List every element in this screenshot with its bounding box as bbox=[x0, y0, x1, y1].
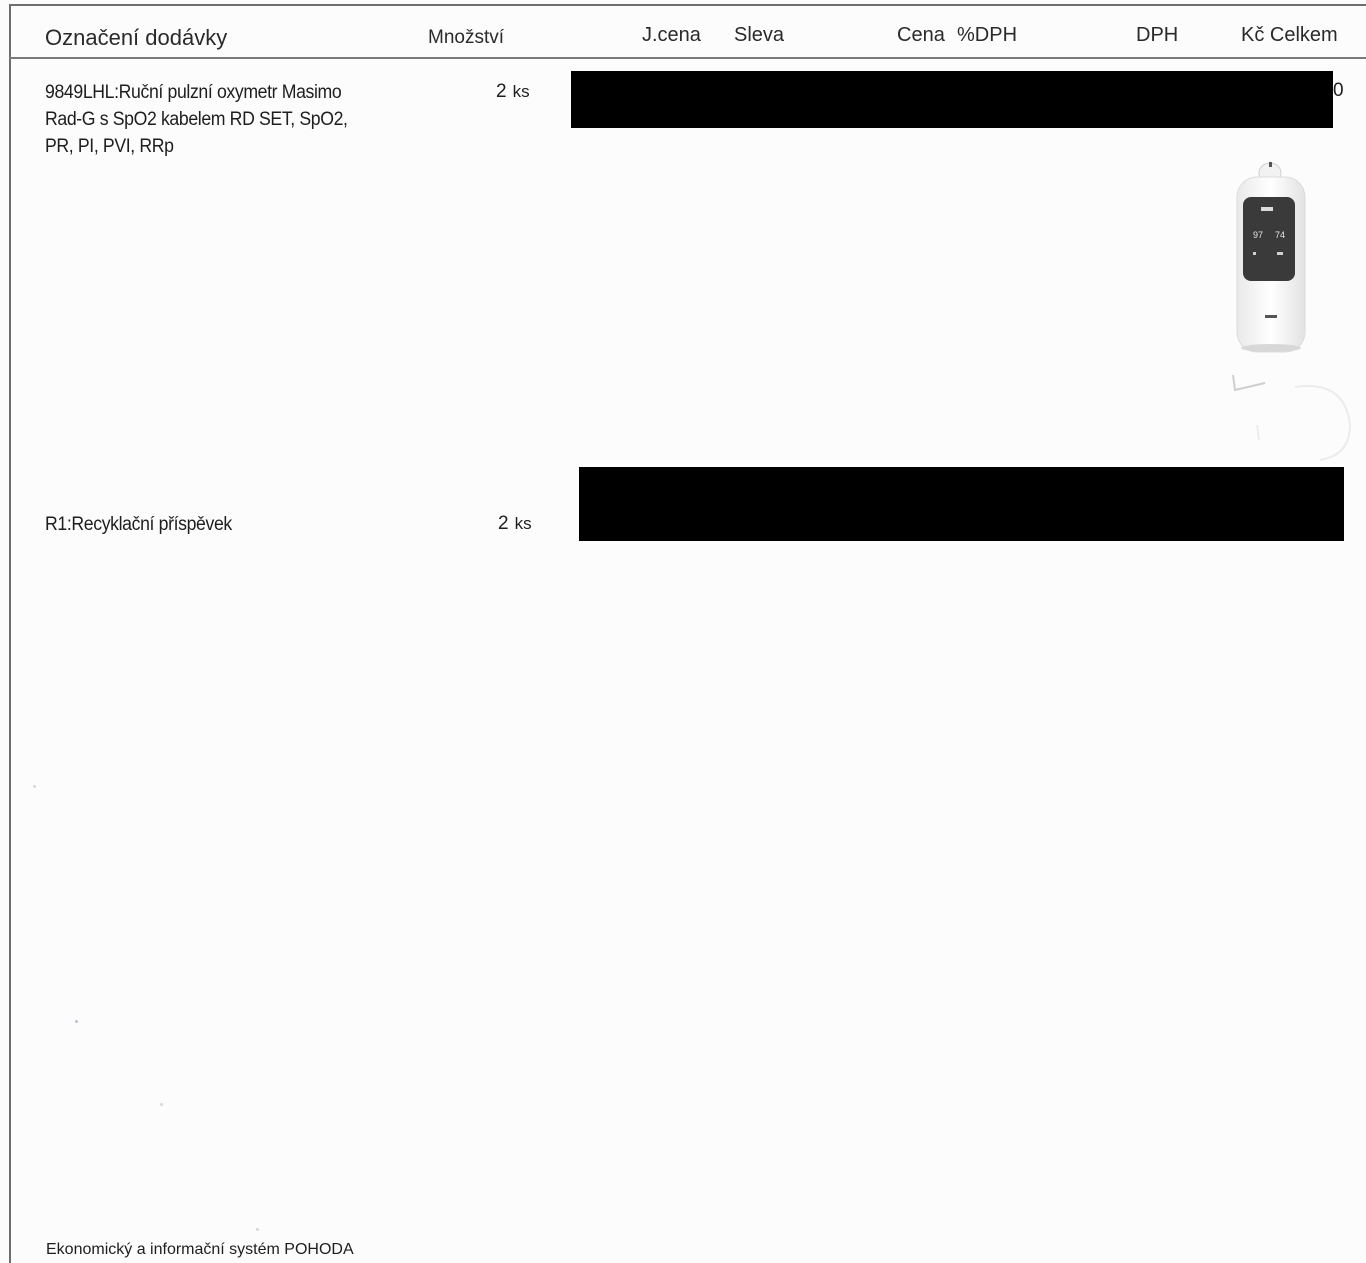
item-description: 9849LHL:Ruční pulzní oxymetr Masimo Rad-… bbox=[45, 79, 348, 160]
header-quantity: Množství bbox=[428, 27, 505, 48]
item-description-line: R1:Recyklační příspěvek bbox=[45, 514, 232, 535]
quantity-unit: ks bbox=[514, 514, 532, 533]
scan-speck bbox=[160, 1103, 163, 1106]
header-total: Kč Celkem bbox=[1241, 24, 1338, 46]
invoice-page: Označení dodávky Množství J.cena Sleva C… bbox=[0, 0, 1366, 1263]
header-designation: Označení dodávky bbox=[45, 25, 228, 50]
left-border bbox=[9, 4, 11, 1263]
header-unit-price: J.cena bbox=[642, 24, 701, 46]
footer-text: Ekonomický a informační systém POHODA bbox=[46, 1241, 354, 1258]
pulse-oximeter-image-icon: 97 74 bbox=[1225, 155, 1355, 465]
header-price: Cena bbox=[897, 24, 945, 46]
screen-readout-2: 74 bbox=[1275, 230, 1285, 240]
header-divider bbox=[9, 57, 1366, 59]
partial-total-digit: 0 bbox=[1333, 80, 1344, 101]
scan-speck bbox=[256, 1228, 259, 1231]
quantity-unit: ks bbox=[512, 82, 530, 101]
item-description: R1:Recyklační příspěvek bbox=[45, 511, 232, 538]
redaction-bar bbox=[571, 71, 1333, 128]
item-quantity: 2 ks bbox=[496, 81, 530, 103]
item-description-line: PR, PI, PVI, RRp bbox=[45, 136, 174, 157]
screen-readout-1: 97 bbox=[1253, 230, 1263, 240]
scan-speck bbox=[75, 1020, 78, 1023]
item-quantity: 2 ks bbox=[498, 513, 532, 535]
item-description-line: 9849LHL:Ruční pulzní oxymetr Masimo bbox=[45, 82, 342, 103]
header-vat: DPH bbox=[1136, 24, 1179, 46]
quantity-value: 2 bbox=[496, 81, 507, 102]
top-border bbox=[9, 4, 1366, 6]
quantity-value: 2 bbox=[498, 513, 509, 534]
header-discount: Sleva bbox=[734, 24, 785, 46]
item-description-line: Rad-G s SpO2 kabelem RD SET, SpO2, bbox=[45, 109, 348, 130]
scan-speck bbox=[33, 785, 36, 788]
redaction-bar bbox=[579, 467, 1344, 541]
header-vat-percent: %DPH bbox=[957, 24, 1018, 46]
